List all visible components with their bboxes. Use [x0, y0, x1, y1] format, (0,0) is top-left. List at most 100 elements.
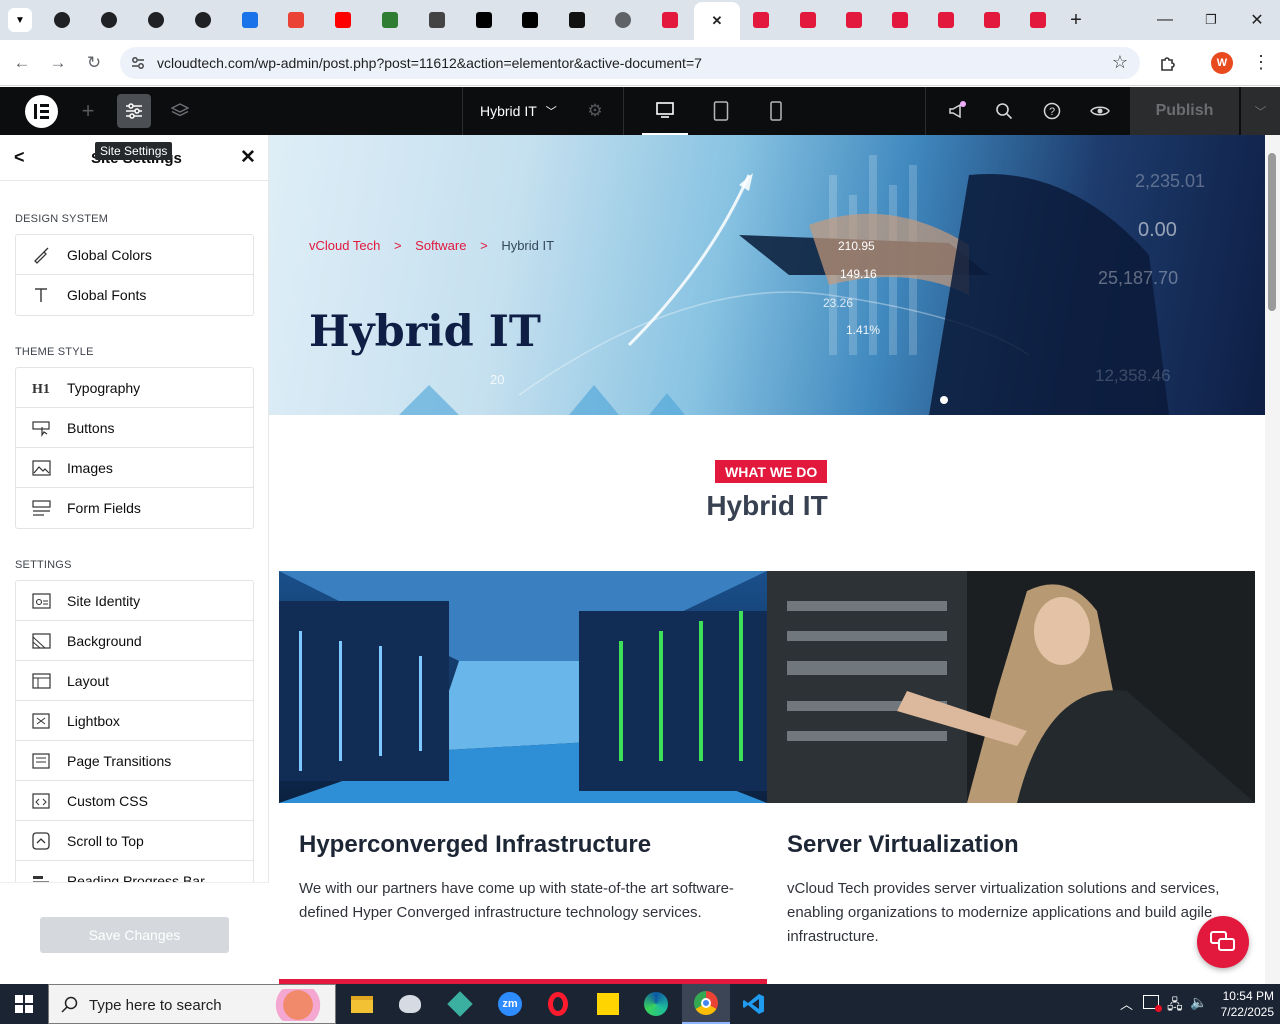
- forward-arrow-icon[interactable]: →: [45, 50, 71, 76]
- app-palette-icon[interactable]: [386, 984, 434, 1024]
- menu-item-images[interactable]: Images: [16, 448, 253, 488]
- menu-item-label: Lightbox: [67, 712, 120, 729]
- preview-eye-icon[interactable]: [1088, 87, 1112, 135]
- publish-button[interactable]: Publish: [1130, 87, 1239, 135]
- browser-tab[interactable]: ✕: [694, 2, 740, 40]
- desktop-device-icon[interactable]: [642, 87, 688, 135]
- breadcrumb-link-home[interactable]: vCloud Tech: [309, 238, 380, 253]
- elementor-site-icon: [753, 12, 769, 28]
- address-bar[interactable]: vcloudtech.com/wp-admin/post.php?post=11…: [120, 47, 1140, 79]
- page-scrollbar[interactable]: [1265, 135, 1280, 984]
- browser-tab[interactable]: [134, 6, 178, 34]
- perplexity-icon: [569, 12, 585, 28]
- browser-tab[interactable]: [87, 6, 131, 34]
- card-title: Hyperconverged Infrastructure: [299, 831, 652, 858]
- hero-title: Hybrid IT: [309, 307, 541, 357]
- edge-browser-icon[interactable]: [632, 984, 680, 1024]
- back-chevron-icon[interactable]: <: [14, 147, 25, 168]
- scrollbar-thumb[interactable]: [1268, 153, 1276, 311]
- help-circle-icon[interactable]: ?: [1040, 87, 1064, 135]
- clock-time: 10:54 PM: [1222, 989, 1274, 1003]
- menu-item-lightbox[interactable]: Lightbox: [16, 701, 253, 741]
- back-arrow-icon[interactable]: ←: [9, 50, 35, 76]
- browser-tab[interactable]: [970, 6, 1014, 34]
- browser-tab[interactable]: [40, 6, 84, 34]
- breadcrumb-link-software[interactable]: Software: [415, 238, 466, 253]
- tray-network-icon[interactable]: 🖧: [1167, 994, 1183, 1018]
- minimize-window-icon[interactable]: —: [1142, 0, 1188, 40]
- service-card[interactable]: Hyperconverged Infrastructure We with ou…: [279, 571, 767, 984]
- extensions-puzzle-icon[interactable]: [1159, 54, 1177, 72]
- chrome-browser-icon[interactable]: [682, 984, 730, 1024]
- document-title-dropdown[interactable]: Hybrid IT ﹀: [480, 87, 570, 135]
- menu-item-global-colors[interactable]: Global Colors: [16, 235, 253, 275]
- site-settings-panel: < Site Settings Site Settings ✕ DESIGN S…: [0, 135, 284, 984]
- vscode-icon[interactable]: [730, 984, 778, 1024]
- section-label: THEME STYLE: [15, 346, 94, 358]
- new-tab-plus-icon[interactable]: +: [1064, 8, 1088, 32]
- menu-item-custom-css[interactable]: Custom CSS: [16, 781, 253, 821]
- add-element-plus-icon[interactable]: +: [76, 87, 100, 135]
- browser-tab[interactable]: [321, 6, 365, 34]
- tray-chevron-up-icon[interactable]: ︿: [1120, 994, 1133, 1013]
- menu-item-page-transitions[interactable]: Page Transitions: [16, 741, 253, 781]
- browser-tab[interactable]: [924, 6, 968, 34]
- save-changes-button[interactable]: Save Changes: [40, 917, 229, 953]
- app-diamond-icon[interactable]: [436, 984, 484, 1024]
- reload-icon[interactable]: ↻: [81, 50, 107, 76]
- browser-tab[interactable]: [508, 6, 552, 34]
- notifications-megaphone-icon[interactable]: [945, 87, 969, 135]
- publish-options-chevron-icon[interactable]: ﹀: [1240, 87, 1280, 135]
- site-info-icon[interactable]: [130, 55, 146, 71]
- structure-layers-icon[interactable]: [168, 87, 192, 135]
- browser-tab[interactable]: [601, 6, 645, 34]
- opera-browser-icon[interactable]: [534, 984, 582, 1024]
- browser-tab[interactable]: [739, 6, 783, 34]
- tray-network-alert-icon[interactable]: [1143, 995, 1162, 1012]
- menu-item-global-fonts[interactable]: Global Fonts: [16, 275, 253, 315]
- restore-window-icon[interactable]: ❐: [1188, 0, 1234, 40]
- menu-item-site-identity[interactable]: Site Identity: [16, 581, 253, 621]
- menu-item-background[interactable]: Background: [16, 621, 253, 661]
- browser-tab[interactable]: [228, 6, 272, 34]
- windows-start-icon[interactable]: [0, 984, 48, 1024]
- tray-volume-icon[interactable]: 🔈: [1190, 994, 1207, 1011]
- elementor-logo-icon[interactable]: [25, 95, 58, 128]
- taskbar-search-box[interactable]: Type here to search: [48, 984, 336, 1024]
- sticky-notes-icon[interactable]: [584, 984, 632, 1024]
- site-settings-button[interactable]: [117, 87, 151, 135]
- bookmark-star-icon[interactable]: ☆: [1112, 52, 1128, 73]
- x-icon: [476, 12, 492, 28]
- mobile-device-icon[interactable]: [766, 87, 786, 135]
- menu-item-layout[interactable]: Layout: [16, 661, 253, 701]
- browser-tab[interactable]: [1016, 6, 1060, 34]
- menu-item-form-fields[interactable]: Form Fields: [16, 488, 253, 528]
- zoom-app-icon[interactable]: zm: [486, 984, 534, 1024]
- browser-tab[interactable]: [462, 6, 506, 34]
- browser-tab[interactable]: [555, 6, 599, 34]
- close-panel-icon[interactable]: ✕: [240, 146, 256, 169]
- browser-tab[interactable]: [368, 6, 412, 34]
- browser-tab[interactable]: [648, 6, 692, 34]
- browser-menu-icon[interactable]: ⋮: [1252, 52, 1270, 73]
- browser-tab[interactable]: [786, 6, 830, 34]
- menu-item-typography[interactable]: H1 Typography: [16, 368, 253, 408]
- browser-tab[interactable]: [181, 6, 225, 34]
- page-settings-gear-icon[interactable]: ⚙: [584, 87, 606, 135]
- hero-number: 20: [490, 372, 505, 387]
- menu-item-scroll-to-top[interactable]: Scroll to Top: [16, 821, 253, 861]
- search-icon[interactable]: [992, 87, 1016, 135]
- menu-item-buttons[interactable]: Buttons: [16, 408, 253, 448]
- chat-widget-button[interactable]: [1197, 916, 1249, 968]
- tab-search-chevron-icon[interactable]: ▼: [8, 8, 32, 32]
- profile-avatar[interactable]: W: [1211, 52, 1233, 74]
- close-window-icon[interactable]: ✕: [1234, 0, 1280, 40]
- browser-tab[interactable]: [878, 6, 922, 34]
- browser-tab[interactable]: [832, 6, 876, 34]
- browser-tab[interactable]: [415, 6, 459, 34]
- taskbar-clock[interactable]: 10:54 PM 7/22/2025: [1210, 988, 1274, 1020]
- browser-tab[interactable]: [274, 6, 318, 34]
- tablet-device-icon[interactable]: [708, 87, 734, 135]
- service-card[interactable]: Server Virtualization vCloud Tech provid…: [767, 571, 1255, 984]
- file-explorer-icon[interactable]: [338, 984, 386, 1024]
